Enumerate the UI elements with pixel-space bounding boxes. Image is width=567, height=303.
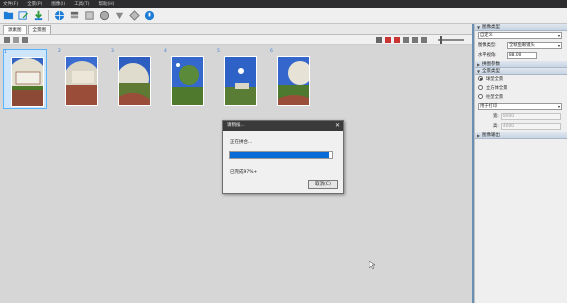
thumbnail-image — [11, 57, 44, 107]
thumbnail-item[interactable]: 6 — [270, 49, 314, 109]
zoom-slider-handle[interactable] — [440, 36, 442, 44]
export-icon[interactable] — [128, 10, 140, 22]
cylinder-radio-label: 柱型全景 — [486, 95, 504, 100]
thumbnail-image — [224, 56, 257, 106]
dialog-title-text: 请稍候... — [227, 123, 245, 128]
help-icon[interactable] — [143, 10, 155, 22]
rotate-left-icon[interactable] — [412, 37, 418, 43]
thumbnail-toolbar — [0, 35, 472, 45]
progress-bar-fill — [230, 152, 329, 158]
height-label: 高: — [493, 124, 499, 129]
globe-icon[interactable] — [53, 10, 65, 22]
menu-bar: 文件(F) 全景(P) 图像(I) 工具(T) 帮助(H) — [0, 0, 567, 8]
preset-select[interactable]: 自定义 ▾ — [478, 32, 562, 39]
edit-icon[interactable] — [17, 10, 29, 22]
section-pano-type-label: 全景类型 — [482, 69, 500, 74]
cube-radio-label: 立方体全景 — [486, 86, 508, 91]
section-image-output-label: 图像输出 — [482, 133, 500, 138]
detail-view-icon[interactable] — [22, 37, 28, 43]
thumbnail-number: 6 — [270, 49, 273, 54]
chevron-down-icon: ▾ — [557, 33, 560, 38]
thumbnail-image — [171, 56, 204, 106]
open-folder-icon[interactable] — [2, 10, 14, 22]
thumbnail-image — [65, 56, 98, 106]
thumbnail-item[interactable]: 2 — [58, 49, 102, 109]
view-tabs: 源素图 全景图 — [0, 24, 472, 35]
thumbnail-item[interactable]: 4 — [164, 49, 208, 109]
close-icon[interactable]: ✕ — [335, 121, 340, 131]
thumbnail-item[interactable]: 1 — [3, 49, 47, 109]
cube-icon[interactable] — [83, 10, 95, 22]
section-pano-type[interactable]: ▼ 全景类型 — [475, 68, 567, 75]
mouse-cursor-icon — [368, 260, 376, 270]
section-stitch-params[interactable]: ▶ 拼图参数 — [475, 61, 567, 68]
thumbnail-item[interactable]: 5 — [217, 49, 261, 109]
menu-tools[interactable]: 工具(T) — [74, 1, 89, 7]
thumbnail-image — [118, 56, 151, 106]
progress-status-text: 正在拼合... — [230, 140, 253, 145]
stack-icon[interactable] — [68, 10, 80, 22]
menu-image[interactable]: 图像(I) — [51, 1, 65, 7]
thumbnail-number: 5 — [217, 49, 220, 54]
thumbnail-number: 4 — [164, 49, 167, 54]
height-input[interactable]: 4000 — [501, 123, 561, 130]
properties-panel: ▼ 图像类型 自定义 ▾ 图像类型: 全帧鱼眼镜头 ▾ 水平视角: 88.00 ▶ 拼图… — [474, 24, 567, 303]
hfov-input[interactable]: 88.00 — [507, 52, 537, 59]
grid-view-icon[interactable] — [13, 37, 19, 43]
output-preset-select[interactable]: 用于打印 ▾ — [478, 103, 562, 110]
tab-panorama[interactable]: 全景图 — [27, 25, 51, 34]
sphere-radio[interactable] — [478, 76, 483, 81]
download-arrow-icon[interactable] — [32, 10, 44, 22]
width-label: 宽: — [493, 114, 499, 119]
crop-icon[interactable] — [376, 37, 382, 43]
rotate-right-icon[interactable] — [421, 37, 427, 43]
section-stitch-label: 拼图参数 — [482, 62, 500, 67]
shield-icon[interactable] — [98, 10, 110, 22]
image-type-label: 图像类型: — [478, 43, 497, 48]
menu-panorama[interactable]: 全景(P) — [27, 1, 42, 7]
section-image-output[interactable]: ▶ 图像输出 — [475, 132, 567, 139]
list-view-icon[interactable] — [4, 37, 10, 43]
section-image-type-label: 图像类型 — [482, 25, 500, 30]
menu-file[interactable]: 文件(F) — [3, 1, 18, 7]
hfov-label: 水平视角: — [478, 53, 497, 58]
toolbar-divider — [48, 10, 49, 21]
thumbnail-item[interactable]: 3 — [111, 49, 155, 109]
thumbnail-number: 1 — [4, 50, 7, 55]
cube-radio[interactable] — [478, 85, 483, 90]
progress-percent-text: 已完成97%+ — [230, 170, 258, 175]
cylinder-radio[interactable] — [478, 94, 483, 99]
thumbnail-number: 3 — [111, 49, 114, 54]
dialog-title: 请稍候... ✕ — [223, 121, 343, 131]
chevron-down-icon: ▾ — [557, 43, 560, 48]
progress-bar — [229, 151, 333, 159]
width-input[interactable]: 8000 — [501, 113, 561, 120]
thumbnail-number: 2 — [58, 49, 61, 54]
progress-dialog: 请稍候... ✕ 正在拼合... 已完成97%+ 取消(C) — [222, 120, 344, 194]
flip-icon[interactable] — [403, 37, 409, 43]
settings-icon[interactable] — [113, 10, 125, 22]
menu-help[interactable]: 帮助(H) — [98, 1, 114, 7]
thumbnail-image — [277, 56, 310, 106]
tab-source-images[interactable]: 源素图 — [3, 25, 27, 34]
cancel-button[interactable]: 取消(C) — [308, 180, 338, 189]
remove-icon[interactable] — [394, 37, 400, 43]
toolbar — [0, 8, 567, 24]
chevron-down-icon: ▾ — [557, 104, 560, 109]
image-type-select[interactable]: 全帧鱼眼镜头 ▾ — [507, 42, 562, 49]
delete-icon[interactable] — [385, 37, 391, 43]
section-image-type[interactable]: ▼ 图像类型 — [475, 24, 567, 31]
sphere-radio-label: 球型全景 — [486, 77, 504, 82]
